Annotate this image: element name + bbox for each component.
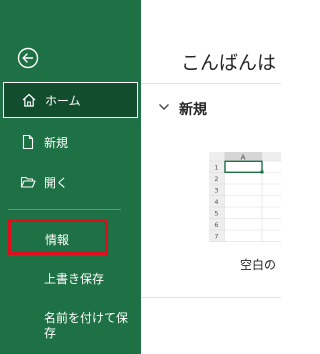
main-panel: こんばんは 新規 A 1 2 3 4 5 6 7 空白の bbox=[141, 0, 281, 354]
column-header-a: A bbox=[241, 154, 246, 162]
new-section-title: 新規 bbox=[179, 102, 207, 118]
sidebar-item-info[interactable]: 情報 bbox=[8, 219, 108, 255]
row-number: 6 bbox=[214, 221, 218, 229]
home-icon bbox=[22, 93, 36, 107]
new-section-header[interactable]: 新規 bbox=[158, 97, 278, 119]
row-number: 7 bbox=[214, 233, 218, 241]
sidebar-item-home[interactable]: ホーム bbox=[3, 82, 138, 118]
sidebar-item-label: 開く bbox=[44, 175, 69, 190]
sidebar-item-save-as[interactable]: 名前を付けて保存 bbox=[44, 311, 134, 341]
sidebar-item-label: 新規 bbox=[44, 135, 69, 150]
divider bbox=[141, 83, 281, 84]
back-arrow-icon[interactable] bbox=[17, 47, 39, 69]
sidebar-divider bbox=[8, 209, 121, 210]
blank-workbook-thumbnail[interactable]: A 1 2 3 4 5 6 7 bbox=[209, 150, 281, 242]
chevron-down-icon bbox=[159, 104, 169, 110]
row-number: 3 bbox=[214, 187, 218, 195]
sidebar-item-open[interactable]: 開く bbox=[0, 164, 141, 200]
row-number: 4 bbox=[214, 198, 218, 206]
sidebar-item-new[interactable]: 新規 bbox=[0, 124, 141, 160]
row-number: 5 bbox=[214, 210, 218, 218]
divider bbox=[141, 297, 281, 298]
row-number: 1 bbox=[214, 164, 218, 172]
sidebar-item-label: 情報 bbox=[45, 233, 70, 247]
open-folder-icon bbox=[20, 176, 36, 188]
sidebar-item-save[interactable]: 上書き保存 bbox=[44, 270, 104, 287]
sidebar-item-label: ホーム bbox=[45, 93, 81, 108]
sidebar: ホーム 新規 開く 情報 上書き保存 名前を付けて保存 bbox=[0, 0, 141, 354]
row-number: 2 bbox=[214, 175, 218, 183]
blank-workbook-label[interactable]: 空白の bbox=[240, 256, 281, 273]
new-document-icon bbox=[22, 134, 34, 150]
greeting-title: こんばんは bbox=[181, 52, 277, 74]
